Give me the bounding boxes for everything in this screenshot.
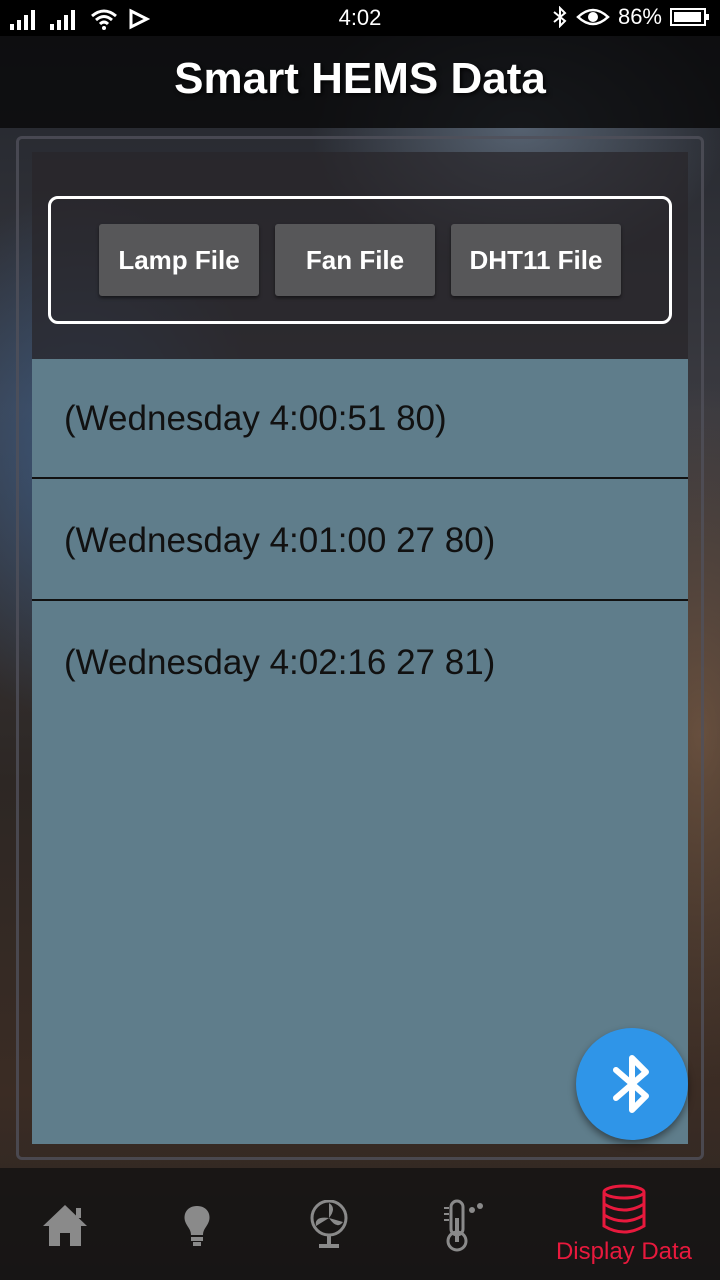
bluetooth-icon (613, 1055, 649, 1113)
list-item[interactable]: (Wednesday 4:01:00 27 80) (32, 481, 688, 601)
nav-label-display-data: Display Data (555, 1238, 693, 1265)
dht11-file-button[interactable]: DHT11 File (451, 224, 621, 296)
app-bar: Smart HEMS Data (0, 36, 720, 128)
nav-item-fan[interactable] (260, 1168, 400, 1280)
fan-icon (310, 1200, 348, 1248)
thermometer-icon (444, 1199, 483, 1252)
bottom-navigation: Display Data (0, 1168, 720, 1280)
status-bar: 4:02 86% (0, 0, 720, 36)
bluetooth-fab-button[interactable] (576, 1028, 688, 1140)
eye-icon (576, 8, 610, 26)
list-item[interactable]: (Wednesday 4:00:51 80) (32, 359, 688, 479)
lamp-file-button[interactable]: Lamp File (99, 224, 259, 296)
list-item[interactable]: (Wednesday 4:02:16 27 81) (32, 603, 688, 723)
nav-item-home[interactable] (0, 1168, 130, 1280)
fan-file-button[interactable]: Fan File (275, 224, 435, 296)
lightbulb-icon (184, 1206, 210, 1246)
battery-percent: 86% (617, 4, 662, 29)
bluetooth-icon (553, 6, 567, 28)
records-list: (Wednesday 4:00:51 80) (Wednesday 4:01:0… (32, 359, 688, 1144)
nav-item-lamp[interactable] (130, 1168, 260, 1280)
page-title: Smart HEMS Data (174, 54, 546, 103)
battery-icon (670, 8, 709, 26)
nav-item-temperature[interactable] (400, 1168, 530, 1280)
status-right-icons: 86% (552, 4, 710, 30)
nav-item-display-data[interactable]: Display Data (544, 1168, 704, 1280)
database-icon (602, 1184, 646, 1234)
home-icon (43, 1205, 87, 1246)
